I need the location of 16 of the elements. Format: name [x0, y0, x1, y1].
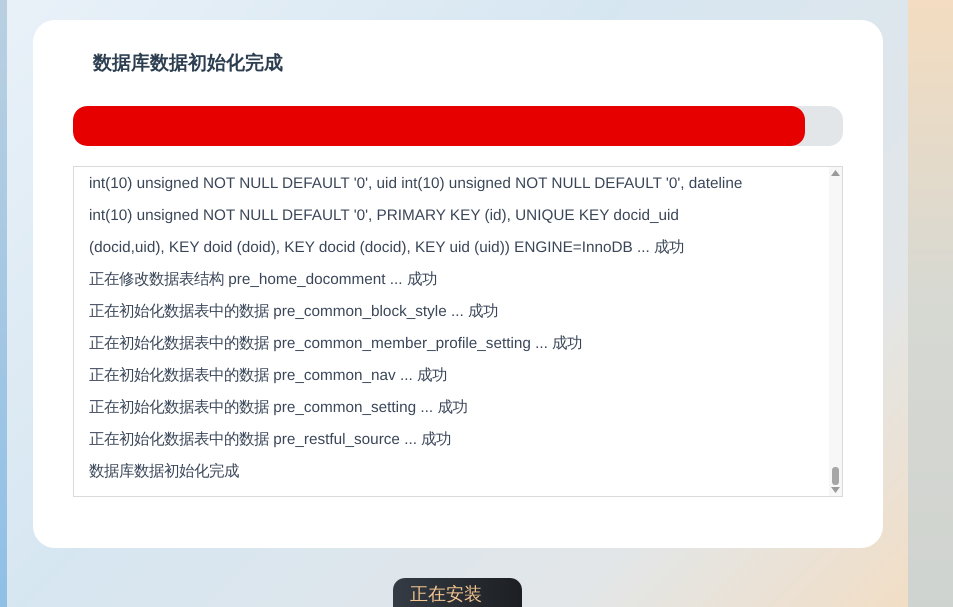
log-line: int(10) unsigned NOT NULL DEFAULT '0', PRIMARY KEY (id), UNIQUE KEY docid_uid — [89, 206, 680, 226]
log-line: (docid,uid), KEY doid (doid), KEY docid (docid), KEY uid (uid)) ENGINE=InnoDB ... 成功 — [89, 238, 685, 258]
log-line: 正在初始化数据表中的数据 pre_common_block_style ... 成功 — [89, 302, 499, 322]
scroll-thumb[interactable] — [832, 467, 839, 485]
log-line: 数据库数据初始化完成 — [89, 462, 240, 482]
log-line: 正在初始化数据表中的数据 pre_common_member_profile_setting ... 成功 — [89, 334, 584, 354]
log-line: int(10) unsigned NOT NULL DEFAULT '0', uid int(10) unsigned NOT NULL DEFAULT '0', dateline — [89, 174, 744, 194]
log-line: 正在初始化数据表中的数据 pre_restful_source ... 成功 — [89, 430, 452, 450]
log-line: 正在初始化数据表中的数据 pre_common_setting ... 成功 — [89, 398, 468, 418]
log-line: 正在修改数据表结构 pre_home_docomment ... 成功 — [89, 270, 438, 290]
installing-button[interactable]: 正在安装 — [393, 578, 522, 607]
scroll-up-icon[interactable] — [831, 170, 840, 176]
status-title: 数据库数据初始化完成 — [93, 52, 284, 76]
log-line: 正在初始化数据表中的数据 pre_common_nav ... 成功 — [89, 366, 448, 386]
scroll-down-icon[interactable] — [831, 487, 840, 493]
scrollbar[interactable] — [829, 167, 842, 496]
